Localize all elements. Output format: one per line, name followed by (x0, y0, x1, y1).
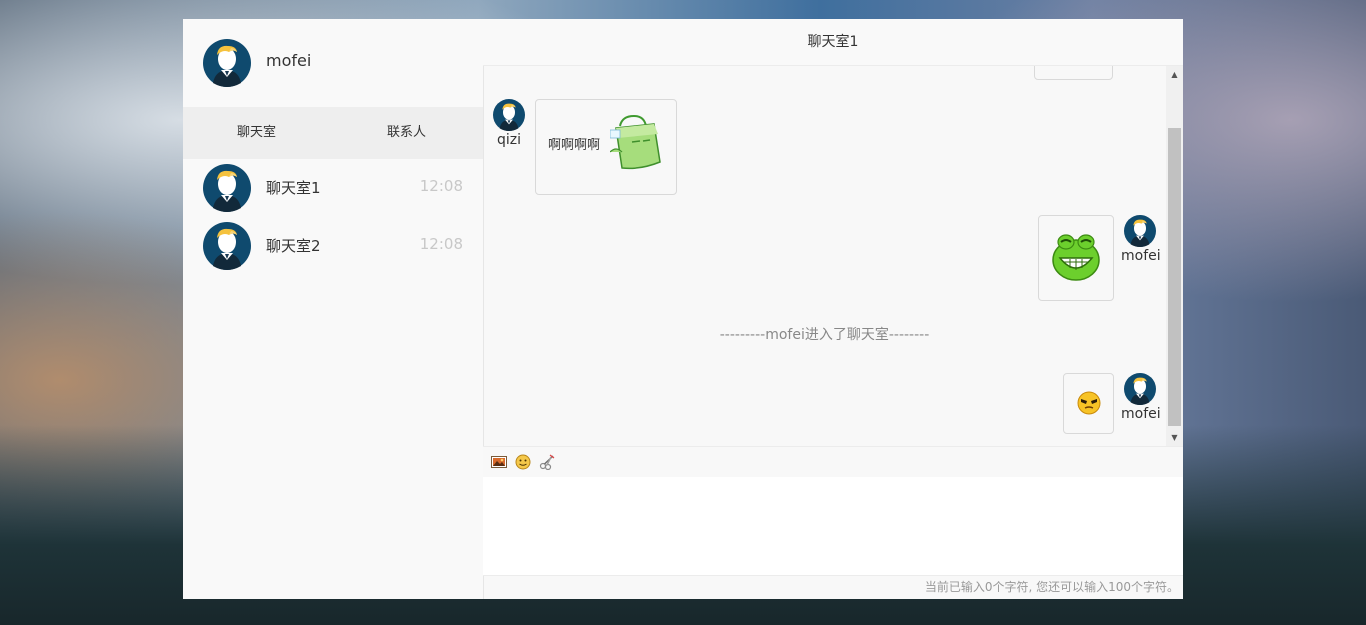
sidebar-tabs: 聊天室 联系人 (183, 107, 483, 159)
scissors-icon[interactable] (539, 454, 555, 470)
message-bubble (1038, 215, 1114, 301)
room-time: 12:08 (419, 235, 463, 253)
sidebar: mofei 聊天室 联系人 聊天室1 12:08 聊天室2 12:08 (183, 19, 484, 599)
chat-app-window: mofei 聊天室 联系人 聊天室1 12:08 聊天室2 12:08 聊天室1… (183, 19, 1183, 599)
user-avatar[interactable] (203, 39, 251, 87)
image-icon[interactable] (491, 454, 507, 470)
cool-face-emoji-icon (1077, 391, 1101, 415)
tab-chat-rooms[interactable]: 聊天室 (237, 107, 276, 159)
message-scrollbar[interactable]: ▲ ▼ (1166, 66, 1183, 446)
scroll-down-arrow-icon[interactable]: ▼ (1166, 429, 1183, 446)
scroll-up-arrow-icon[interactable]: ▲ (1166, 66, 1183, 83)
tab-contacts[interactable]: 联系人 (387, 107, 426, 159)
message-input[interactable] (483, 477, 1183, 576)
message-bubble: 啊啊啊啊 (535, 99, 677, 195)
system-message: ---------mofei进入了聊天室-------- (719, 327, 930, 343)
room-list-item[interactable]: 聊天室1 12:08 (183, 159, 483, 217)
room-list-item[interactable]: 聊天室2 12:08 (183, 217, 483, 275)
sender-name: mofei (1121, 248, 1161, 264)
chat-panel: 聊天室1 qizi 啊啊啊啊 mofei ---------mofei进入了聊天… (483, 19, 1183, 599)
sender-name: mofei (1121, 406, 1161, 422)
user-name: mofei (266, 51, 312, 70)
message-bubble (1063, 373, 1114, 434)
sender-avatar[interactable] (1124, 215, 1156, 247)
message-toolbar (483, 446, 1183, 478)
sender-avatar[interactable] (1124, 373, 1156, 405)
message-list: qizi 啊啊啊啊 mofei ---------mofei进入了聊天室----… (483, 66, 1166, 446)
room-time: 12:08 (419, 177, 463, 195)
room-avatar (203, 164, 251, 212)
room-avatar (203, 222, 251, 270)
room-name: 聊天室1 (266, 179, 321, 197)
message-text: 啊啊啊啊 (548, 138, 601, 153)
chat-title: 聊天室1 (483, 19, 1183, 66)
room-name: 聊天室2 (266, 237, 321, 255)
sender-name: qizi (497, 132, 522, 148)
green-bag-sticker-icon (610, 114, 661, 170)
message-bubble-partial (1034, 66, 1113, 80)
character-counter: 当前已输入0个字符, 您还可以输入100个字符。 (924, 580, 1179, 594)
green-frog-grin-emoji-icon (1052, 234, 1100, 281)
user-profile: mofei (183, 19, 483, 107)
sender-avatar[interactable] (493, 99, 525, 131)
emoji-icon[interactable] (515, 454, 531, 470)
scrollbar-thumb[interactable] (1168, 128, 1181, 426)
